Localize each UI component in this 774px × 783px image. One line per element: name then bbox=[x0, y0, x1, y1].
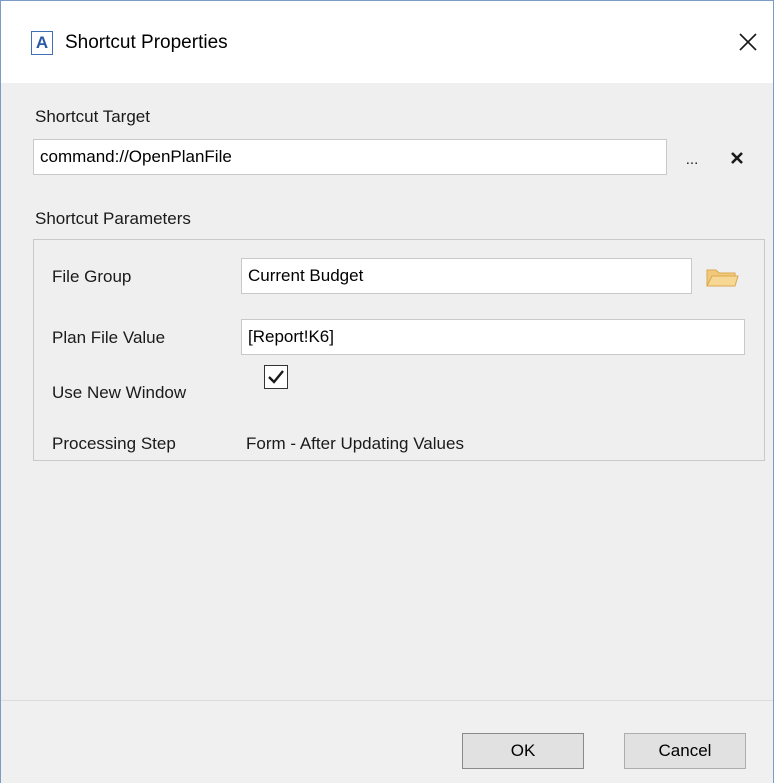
shortcut-target-input[interactable]: command://OpenPlanFile bbox=[33, 139, 667, 175]
checkmark-icon bbox=[264, 365, 288, 389]
shortcut-properties-dialog: A Shortcut Properties Shortcut Target co… bbox=[0, 0, 774, 783]
folder-icon bbox=[706, 269, 739, 287]
shortcut-parameters-label: Shortcut Parameters bbox=[35, 209, 191, 228]
processing-step-label: Processing Step bbox=[52, 434, 176, 453]
plan-file-value-input[interactable]: [Report!K6] bbox=[241, 319, 745, 355]
clear-target-button[interactable] bbox=[725, 143, 751, 173]
browse-file-group-button[interactable] bbox=[704, 262, 740, 292]
shortcut-target-label: Shortcut Target bbox=[35, 107, 150, 126]
title-bar: A Shortcut Properties bbox=[1, 1, 773, 83]
clear-icon bbox=[731, 152, 743, 164]
processing-step-value: Form - After Updating Values bbox=[246, 434, 464, 453]
cancel-button[interactable]: Cancel bbox=[624, 733, 746, 769]
app-icon: A bbox=[31, 31, 53, 55]
browse-target-button[interactable]: ... bbox=[681, 143, 703, 173]
use-new-window-checkbox[interactable] bbox=[264, 365, 288, 389]
close-button[interactable] bbox=[733, 27, 763, 57]
use-new-window-label: Use New Window bbox=[52, 383, 187, 402]
dialog-body: Shortcut Target command://OpenPlanFile .… bbox=[1, 83, 773, 700]
dialog-title: Shortcut Properties bbox=[65, 32, 228, 53]
close-icon bbox=[739, 33, 757, 51]
dialog-footer: OK Cancel bbox=[1, 700, 773, 783]
ok-button[interactable]: OK bbox=[462, 733, 584, 769]
file-group-label: File Group bbox=[52, 267, 132, 286]
file-group-input[interactable]: Current Budget bbox=[241, 258, 692, 294]
plan-file-value-label: Plan File Value bbox=[52, 328, 166, 347]
shortcut-parameters-panel: File Group Current Budget Plan File Valu… bbox=[33, 239, 765, 461]
